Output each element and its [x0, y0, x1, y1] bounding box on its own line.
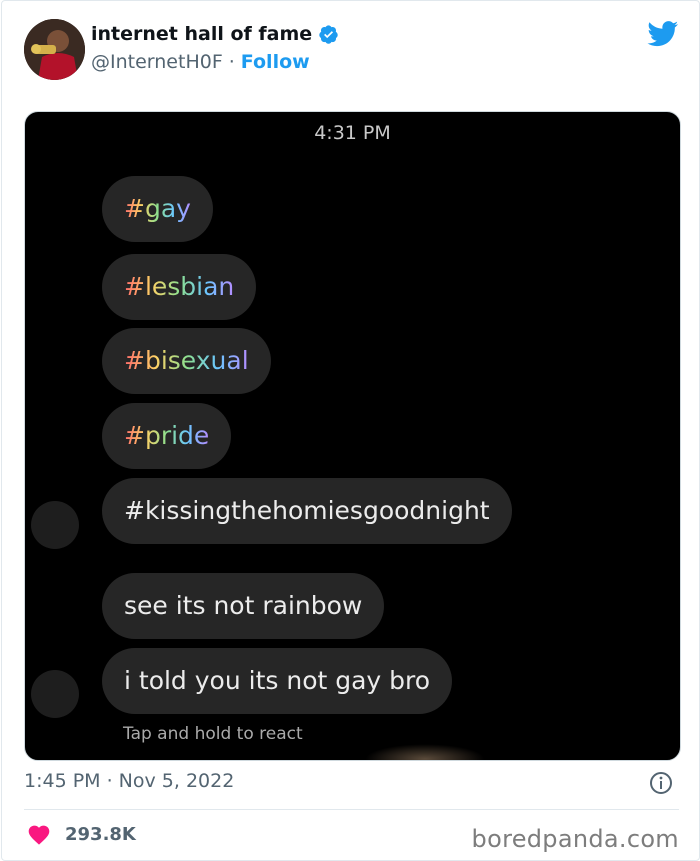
tweet-timestamp[interactable]: 1:45 PM · Nov 5, 2022 — [24, 770, 234, 792]
watermark: boredpanda.com — [471, 825, 679, 853]
message-bubble[interactable]: #kissingthehomiesgoodnight — [102, 478, 512, 544]
follow-button[interactable]: Follow — [241, 51, 310, 73]
message-time: 4:31 PM — [314, 122, 391, 144]
message-text: #lesbian — [124, 272, 235, 301]
react-hint: Tap and hold to react — [123, 724, 303, 744]
sender-avatar[interactable] — [31, 670, 79, 718]
handle-row: @InternetH0F · Follow — [91, 51, 310, 73]
message-bubble[interactable]: see its not rainbow — [102, 573, 385, 639]
verified-badge-icon — [319, 24, 338, 44]
avatar[interactable] — [24, 19, 85, 80]
embedded-image[interactable]: 4:31 PM #gay #lesbian #bisexual #pride #… — [24, 111, 681, 761]
message-bubble[interactable]: #lesbian — [102, 254, 257, 320]
like-row: 293.8K — [27, 823, 136, 845]
divider — [24, 809, 679, 810]
handle[interactable]: @InternetH0F — [91, 51, 223, 73]
like-count[interactable]: 293.8K — [65, 824, 136, 845]
message-text: i told you its not gay bro — [124, 666, 431, 695]
twitter-bird-icon[interactable] — [647, 21, 679, 47]
message-text: #pride — [124, 421, 210, 450]
display-name-row: internet hall of fame — [91, 23, 339, 45]
display-name[interactable]: internet hall of fame — [91, 23, 312, 45]
heart-icon[interactable] — [27, 823, 51, 845]
message-bubble[interactable]: i told you its not gay bro — [102, 648, 453, 714]
message-text: see its not rainbow — [124, 591, 363, 620]
message-text: #bisexual — [124, 346, 249, 375]
separator: · — [228, 51, 235, 73]
decorative-glow — [365, 744, 485, 760]
message-bubble[interactable]: #gay — [102, 176, 213, 242]
info-icon[interactable] — [649, 771, 673, 795]
tweet-card: internet hall of fame @InternetH0F · Fol… — [1, 0, 700, 861]
message-text: #gay — [124, 194, 191, 223]
message-bubble[interactable]: #pride — [102, 403, 232, 469]
sender-avatar[interactable] — [31, 501, 79, 549]
message-bubble[interactable]: #bisexual — [102, 328, 271, 394]
message-text: #kissingthehomiesgoodnight — [124, 496, 490, 525]
